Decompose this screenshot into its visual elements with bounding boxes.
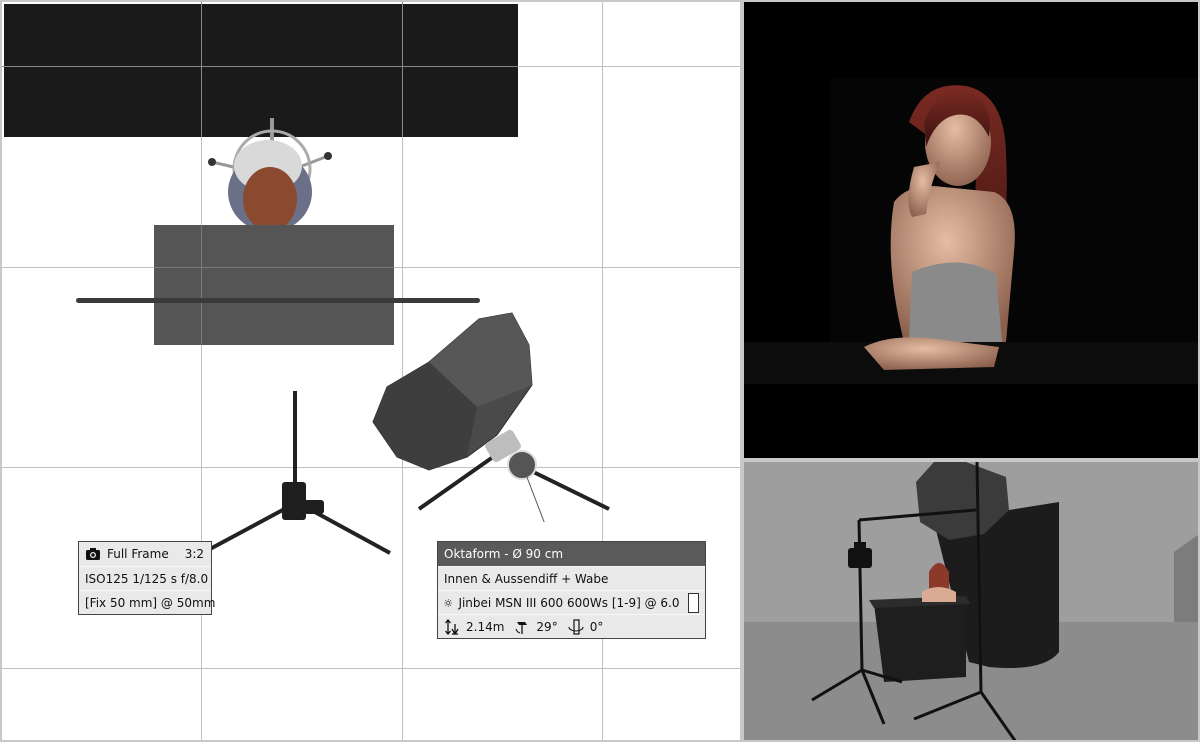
light-color-swatch[interactable] (687, 592, 699, 613)
rotation-icon (568, 618, 584, 635)
studio-3d-view (742, 460, 1200, 742)
grid-line (402, 2, 403, 137)
camera-exposure: ISO125 1/125 s f/8.0 (85, 571, 209, 586)
tilt-icon (515, 621, 528, 634)
sun-icon (444, 598, 453, 607)
octabox-light[interactable] (367, 307, 617, 522)
camera-format: Full Frame (107, 547, 169, 561)
grid-line (2, 668, 740, 669)
floor-plan-canvas[interactable]: Full Frame 3:2 ISO125 1/125 s f/8.0 [Fix… (0, 0, 742, 742)
light-modifier: Oktaform - Ø 90 cm (444, 547, 564, 561)
light-diffusion: Innen & Aussendiff + Wabe (444, 571, 609, 586)
grid-line (201, 225, 202, 345)
light-tilt: 29° (536, 619, 558, 634)
boom-arm[interactable] (76, 298, 480, 303)
table-object[interactable] (154, 225, 394, 345)
render-preview (742, 0, 1200, 460)
height-icon (445, 618, 459, 635)
camera-icon (86, 548, 100, 560)
camera-lens: [Fix 50 mm] @ 50mm (85, 595, 216, 610)
light-rotation: 0° (589, 619, 604, 634)
portrait-render-image (744, 2, 1198, 458)
camera-info-panel[interactable]: Full Frame 3:2 ISO125 1/125 s f/8.0 [Fix… (78, 541, 216, 615)
light-head: Jinbei MSN III 600 600Ws [1-9] @ 6.0 (458, 595, 680, 610)
camera-ratio: 3:2 (184, 547, 205, 561)
light-height: 2.14m (466, 619, 505, 634)
studio-scene-image (744, 462, 1198, 740)
grid-line (2, 66, 518, 67)
grid-line (154, 267, 394, 268)
light-info-panel[interactable]: Oktaform - Ø 90 cm Innen & Aussendiff + … (437, 541, 706, 639)
